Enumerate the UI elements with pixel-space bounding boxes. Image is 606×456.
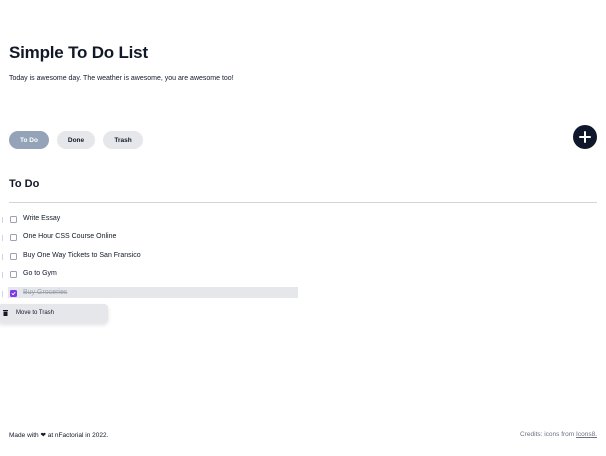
menu-label: Move to Trash: [16, 309, 55, 316]
tab-done[interactable]: Done: [57, 131, 95, 149]
todo-item[interactable]: One Hour CSS Course Online: [0, 229, 606, 247]
todo-checkbox[interactable]: [10, 252, 17, 260]
add-todo-button[interactable]: [573, 125, 597, 149]
todo-checkbox[interactable]: [10, 271, 17, 279]
todo-item-completed[interactable]: Buy Groceries: [0, 285, 606, 303]
page-title: Simple To Do List: [9, 43, 148, 62]
drag-handle-icon[interactable]: [2, 290, 3, 297]
checkmark-icon: [11, 291, 16, 295]
drag-handle-icon[interactable]: [2, 272, 3, 279]
page-subtitle: Today is awesome day. The weather is awe…: [9, 75, 234, 82]
heart-icon: ❤: [40, 432, 46, 439]
footer-suffix: at nFactorial in 2022.: [47, 432, 109, 439]
divider: [9, 202, 597, 203]
drag-handle-icon[interactable]: [2, 235, 3, 242]
plus-icon: [579, 131, 591, 143]
drag-handle-icon[interactable]: [2, 217, 3, 223]
footer-note: Made with ❤ at nFactorial in 2022.: [9, 431, 108, 439]
footer-prefix: Made with: [9, 432, 39, 439]
drag-handle-icon[interactable]: [2, 253, 3, 260]
todo-item[interactable]: Write Essay: [0, 211, 606, 229]
todo-checkbox-checked[interactable]: [10, 289, 17, 297]
todo-label: Go to Gym: [23, 270, 57, 278]
todo-checkbox[interactable]: [10, 234, 17, 242]
filter-tabs: To Do Done Trash: [9, 131, 143, 149]
todo-label: One Hour CSS Course Online: [23, 233, 117, 241]
icons8-link[interactable]: Icons8.: [576, 431, 597, 438]
todo-checkbox[interactable]: [10, 216, 17, 223]
todo-label: Write Essay: [23, 215, 61, 222]
tab-todo[interactable]: To Do: [9, 131, 49, 149]
footer-credits: Credits: icons from Icons8.: [520, 431, 597, 438]
todo-label: Buy One Way Tickets to San Fransico: [23, 251, 141, 259]
todo-item[interactable]: Go to Gym: [0, 266, 606, 284]
section-title: To Do: [9, 178, 40, 190]
credits-text: Credits: icons from: [520, 431, 575, 438]
todo-list: Write Essay One Hour CSS Course Online B…: [0, 211, 606, 303]
todo-item[interactable]: Buy One Way Tickets to San Fransico: [0, 248, 606, 266]
tab-trash[interactable]: Trash: [103, 131, 143, 149]
trash-icon: [3, 310, 8, 316]
todo-label: Buy Groceries: [23, 288, 68, 296]
move-to-trash-menu-item[interactable]: Move to Trash: [0, 304, 108, 323]
